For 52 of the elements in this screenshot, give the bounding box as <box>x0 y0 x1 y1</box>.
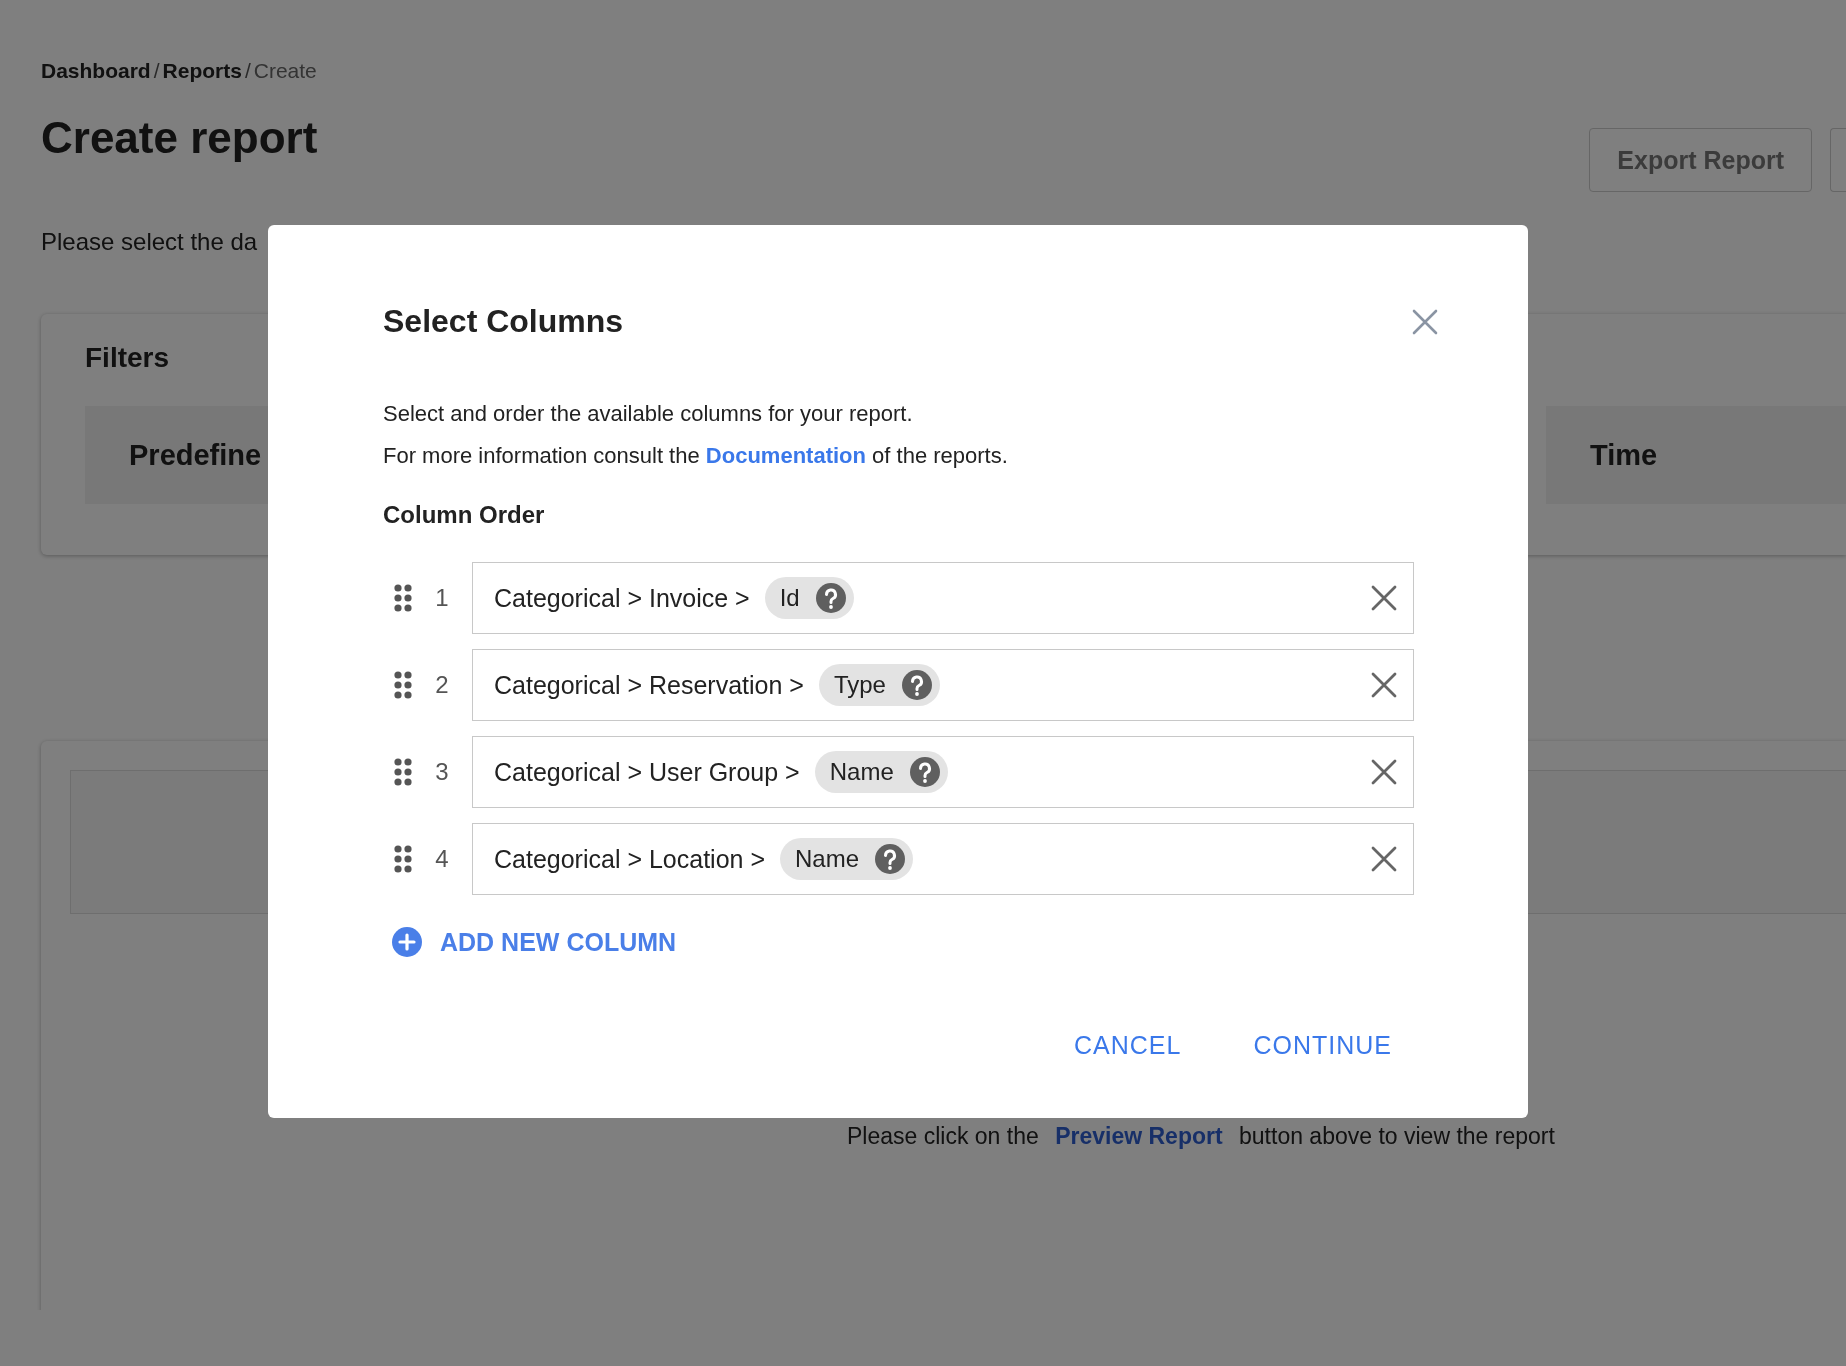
column-path: Categorical > User Group > <box>494 757 800 787</box>
page-title: Create report <box>41 113 318 163</box>
field-name: Id <box>779 584 800 612</box>
column-path: Categorical > Invoice > <box>494 583 750 613</box>
intro-text: Please select the da <box>41 228 259 256</box>
remove-icon[interactable] <box>1371 585 1397 611</box>
breadcrumb-separator: / <box>244 59 251 83</box>
drag-handle-icon[interactable] <box>394 584 412 612</box>
field-name: Type <box>833 671 886 699</box>
continue-button[interactable]: CONTINUE <box>1237 1023 1408 1068</box>
drag-handle-icon[interactable] <box>394 758 412 786</box>
remove-icon[interactable] <box>1371 759 1397 785</box>
row-number: 1 <box>434 584 450 612</box>
column-path: Categorical > Location > <box>494 844 765 874</box>
field-name: Name <box>795 845 860 873</box>
dialog-title: Select Columns <box>383 303 624 340</box>
report-message: Please click on the <box>847 1123 1039 1149</box>
section-title: Column Order <box>383 501 546 529</box>
remove-icon[interactable] <box>1371 846 1397 872</box>
breadcrumb-separator: / <box>153 59 160 83</box>
help-icon[interactable] <box>901 670 932 700</box>
help-icon[interactable] <box>815 583 846 613</box>
cancel-button[interactable]: CANCEL <box>1058 1023 1198 1068</box>
column-field[interactable]: Categorical > User Group > Name <box>472 736 1414 808</box>
add-column-button[interactable]: ADD NEW COLUMN <box>392 927 677 957</box>
documentation-link[interactable]: Documentation <box>705 443 866 468</box>
dialog-description: Select and order the available columns for your report. <box>383 400 914 428</box>
column-field[interactable]: Categorical > Reservation > Type <box>472 649 1414 721</box>
column-path: Categorical > Reservation > <box>494 670 804 700</box>
export-button[interactable]: Export Report <box>1589 128 1812 192</box>
filters-title: Filters <box>85 342 171 374</box>
drag-handle-icon[interactable] <box>394 671 412 699</box>
info-text: For more information consult the <box>383 443 700 468</box>
filter-panel[interactable]: Time <box>1546 406 1846 504</box>
breadcrumb-item[interactable]: Reports <box>162 59 242 83</box>
close-icon[interactable] <box>1412 308 1438 335</box>
info-text: of the reports. <box>872 443 1008 468</box>
column-field[interactable]: Categorical > Location > Name <box>472 823 1414 895</box>
breadcrumb-item: Create <box>253 59 317 83</box>
help-icon[interactable] <box>909 757 940 787</box>
plus-icon <box>392 927 422 957</box>
row-number: 2 <box>434 671 450 699</box>
breadcrumb-item[interactable]: Dashboard <box>41 59 151 83</box>
row-number: 4 <box>434 845 450 873</box>
help-icon[interactable] <box>875 844 906 874</box>
row-number: 3 <box>434 758 450 786</box>
remove-icon[interactable] <box>1371 672 1397 698</box>
column-field[interactable]: Categorical > Invoice > Id <box>472 562 1414 634</box>
field-name: Name <box>829 758 894 786</box>
drag-handle-icon[interactable] <box>394 845 412 873</box>
report-message: button above to view the report <box>1239 1123 1555 1149</box>
preview-report-link[interactable]: Preview Report <box>1055 1123 1223 1149</box>
